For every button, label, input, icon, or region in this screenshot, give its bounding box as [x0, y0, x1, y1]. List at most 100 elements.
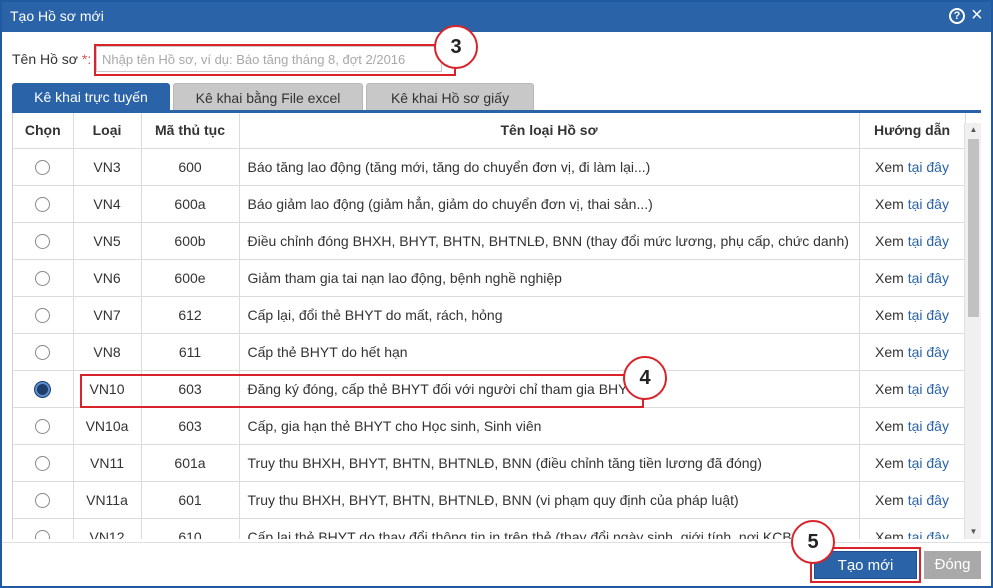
table-row[interactable]: VN11 601a Truy thu BHXH, BHYT, BHTN, BHTNL… [13, 444, 966, 482]
header-name: Tên loại Hồ sơ [239, 113, 860, 149]
guide-link[interactable]: tại đây [908, 196, 949, 212]
create-profile-dialog: Tạo Hồ sơ mới ? × Tên Hồ sơ *: Kê khai t… [0, 0, 993, 588]
scroll-thumb[interactable] [968, 139, 979, 317]
table-row[interactable]: VN11a 601 Truy thu BHXH, BHYT, BHTN, BHTNL… [13, 481, 966, 519]
radio-button[interactable] [35, 344, 51, 360]
radio-button[interactable] [35, 233, 51, 249]
guide-prefix: Xem [875, 306, 904, 323]
row-type: VN4 [73, 185, 142, 223]
guide-link[interactable]: tại đây [908, 418, 949, 434]
guide-link[interactable]: tại đây [908, 270, 949, 286]
row-code: 600e [141, 259, 240, 297]
row-guide: Xem tại đây [859, 296, 966, 334]
table-row[interactable]: VN10 603 Đăng ký đóng, cấp thẻ BHYT đối vớ… [13, 370, 966, 408]
row-type: VN11a [73, 481, 142, 519]
row-name: Cấp lại, đổi thẻ BHYT do mất, rách, hỏng [239, 296, 860, 334]
table-row[interactable]: VN5 600b Điều chỉnh đóng BHXH, BHYT, BHTN,… [13, 222, 966, 260]
guide-prefix: Xem [875, 528, 904, 540]
tab-paper[interactable]: Kê khai Hồ sơ giấy [366, 83, 534, 111]
guide-link[interactable]: tại đây [908, 233, 949, 249]
guide-prefix: Xem [875, 491, 904, 508]
row-select-cell[interactable] [13, 185, 74, 223]
radio-button[interactable] [35, 492, 51, 508]
row-select-cell[interactable] [13, 333, 74, 371]
row-select-cell[interactable] [13, 296, 74, 334]
radio-button[interactable] [35, 381, 51, 397]
dialog-title: Tạo Hồ sơ mới [10, 8, 104, 24]
row-code: 603 [141, 407, 240, 445]
row-select-cell[interactable] [13, 370, 74, 408]
row-code: 601 [141, 481, 240, 519]
guide-prefix: Xem [875, 454, 904, 471]
row-name: Cấp lại thẻ BHYT do thay đổi thông tin i… [239, 518, 860, 539]
table-row[interactable]: VN10a 603 Cấp, gia hạn thẻ BHYT cho Học si… [13, 407, 966, 445]
row-code: 612 [141, 296, 240, 334]
row-select-cell[interactable] [13, 259, 74, 297]
profile-name-input[interactable] [96, 46, 442, 72]
row-guide: Xem tại đây [859, 370, 966, 408]
table-row[interactable]: VN3 600 Báo tăng lao động (tăng mới, tăng … [13, 148, 966, 186]
required-mark: *: [81, 51, 92, 67]
row-guide: Xem tại đây [859, 407, 966, 445]
row-code: 610 [141, 518, 240, 539]
table-row[interactable]: VN4 600a Báo giảm lao động (giảm hẳn, giảm… [13, 185, 966, 223]
header-select: Chọn [13, 113, 74, 149]
callout-step-5: 5 [791, 520, 835, 564]
guide-link[interactable]: tại đây [908, 381, 949, 397]
guide-link[interactable]: tại đây [908, 307, 949, 323]
radio-button[interactable] [35, 307, 51, 323]
tab-online[interactable]: Kê khai trực tuyến [12, 83, 170, 111]
tab-excel[interactable]: Kê khai bằng File excel [173, 83, 363, 111]
row-guide: Xem tại đây [859, 518, 966, 540]
row-code: 601a [141, 444, 240, 482]
radio-button[interactable] [35, 418, 51, 434]
table-row[interactable]: VN6 600e Giảm tham gia tai nạn lao động, b… [13, 259, 966, 297]
scroll-down-arrow-icon[interactable]: ▼ [965, 525, 982, 539]
row-guide: Xem tại đây [859, 444, 966, 482]
header-guide: Hướng dẫn [859, 113, 966, 149]
radio-button[interactable] [35, 270, 51, 286]
row-select-cell[interactable] [13, 518, 74, 539]
table-row[interactable]: VN7 612 Cấp lại, đổi thẻ BHYT do mất, rách… [13, 296, 966, 334]
row-guide: Xem tại đây [859, 333, 966, 371]
guide-prefix: Xem [875, 343, 904, 360]
row-code: 600 [141, 148, 240, 186]
radio-button[interactable] [35, 529, 51, 539]
guide-link[interactable]: tại đây [908, 344, 949, 360]
table-row[interactable]: VN8 611 Cấp thẻ BHYT do hết hạn Xem tại đây [13, 333, 966, 371]
row-select-cell[interactable] [13, 222, 74, 260]
guide-prefix: Xem [875, 232, 904, 249]
guide-link[interactable]: tại đây [908, 492, 949, 508]
callout-step-3: 3 [434, 25, 478, 69]
row-type: VN10a [73, 407, 142, 445]
row-name: Giảm tham gia tai nạn lao động, bệnh ngh… [239, 259, 860, 297]
row-name: Cấp, gia hạn thẻ BHYT cho Học sinh, Sinh… [239, 407, 860, 445]
row-name: Báo giảm lao động (giảm hẳn, giảm do chu… [239, 185, 860, 223]
row-type: VN7 [73, 296, 142, 334]
table-scrollbar[interactable]: ▲ ▼ [964, 123, 981, 539]
guide-link[interactable]: tại đây [908, 159, 949, 175]
header-type: Loại [73, 113, 142, 149]
scroll-up-arrow-icon[interactable]: ▲ [965, 123, 982, 137]
dialog-titlebar: Tạo Hồ sơ mới ? × [2, 2, 991, 32]
row-code: 600b [141, 222, 240, 260]
row-code: 600a [141, 185, 240, 223]
row-select-cell[interactable] [13, 444, 74, 482]
row-guide: Xem tại đây [859, 185, 966, 223]
question-circle-icon[interactable]: ? [949, 8, 965, 24]
row-select-cell[interactable] [13, 407, 74, 445]
guide-prefix: Xem [875, 269, 904, 286]
close-icon[interactable]: × [971, 5, 983, 25]
guide-link[interactable]: tại đây [908, 529, 949, 540]
close-button[interactable]: Đóng [924, 551, 981, 579]
radio-button[interactable] [35, 159, 51, 175]
row-select-cell[interactable] [13, 148, 74, 186]
radio-button[interactable] [35, 196, 51, 212]
row-code: 611 [141, 333, 240, 371]
radio-button[interactable] [35, 455, 51, 471]
row-type: VN5 [73, 222, 142, 260]
profile-name-label: Tên Hồ sơ *: [12, 51, 92, 67]
guide-link[interactable]: tại đây [908, 455, 949, 471]
row-select-cell[interactable] [13, 481, 74, 519]
row-name: Truy thu BHXH, BHYT, BHTN, BHTNLĐ, BNN (… [239, 481, 860, 519]
